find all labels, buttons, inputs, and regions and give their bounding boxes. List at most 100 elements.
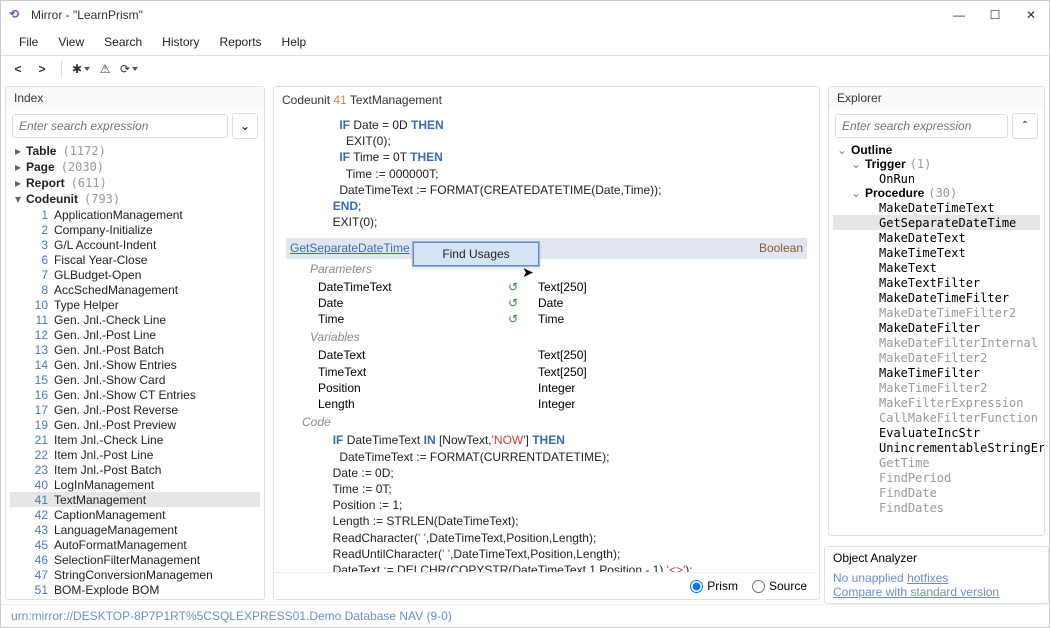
settings-button[interactable]: ✱	[72, 60, 90, 78]
tree-item[interactable]: 45AutoFormatManagement	[10, 537, 260, 552]
tree-item[interactable]: 19Gen. Jnl.-Post Preview	[10, 417, 260, 432]
menubar: File View Search History Reports Help	[1, 29, 1049, 56]
procedure-header[interactable]: GetSeparateDateTime Boolean	[286, 238, 807, 258]
outline-item[interactable]: CallMakeFilterFunction	[833, 410, 1040, 425]
tree-item[interactable]: 46SelectionFilterManagement	[10, 552, 260, 567]
titlebar: ⟲ Mirror - "LearnPrism" — ☐ ✕	[1, 1, 1049, 29]
tree-item[interactable]: 47StringConversionManagemen	[10, 567, 260, 582]
tree-item[interactable]: 43LanguageManagement	[10, 522, 260, 537]
app-icon: ⟲	[9, 7, 25, 23]
warning-icon[interactable]: ⚠	[96, 60, 114, 78]
index-search-input[interactable]	[12, 114, 228, 138]
toolbar-divider	[61, 60, 62, 78]
maximize-button[interactable]: ☐	[985, 8, 1005, 22]
code-label: Code	[286, 412, 807, 432]
nav-forward-button[interactable]: >	[33, 60, 51, 78]
outline-item[interactable]: MakeDateText	[833, 230, 1040, 245]
tree-item[interactable]: 41TextManagement	[10, 492, 260, 507]
outline-tree[interactable]: ⌄Outline ⌄Trigger(1) OnRun ⌄Procedure(30…	[829, 143, 1044, 515]
analyzer-header: Object Analyzer	[833, 551, 1040, 565]
tree-item[interactable]: 8AccSchedManagement	[10, 282, 260, 297]
tree-item[interactable]: 11Gen. Jnl.-Check Line	[10, 312, 260, 327]
outline-item[interactable]: FindPeriod	[833, 470, 1040, 485]
index-panel: Index ⌄ ▸Table(1172) ▸Page(2030) ▸Report…	[5, 86, 265, 600]
tree-group-table[interactable]: ▸Table(1172)	[10, 143, 260, 159]
outline-item[interactable]: FindDates	[833, 500, 1040, 515]
tree-item[interactable]: 12Gen. Jnl.-Post Line	[10, 327, 260, 342]
explorer-search-dropdown[interactable]: ˆ	[1012, 113, 1038, 139]
hotfixes-link[interactable]: hotfixes	[907, 571, 948, 585]
tree-item[interactable]: 23Item Jnl.-Post Batch	[10, 462, 260, 477]
tree-item[interactable]: 22Item Jnl.-Post Line	[10, 447, 260, 462]
tree-group-page[interactable]: ▸Page(2030)	[10, 159, 260, 175]
menu-reports[interactable]: Reports	[210, 31, 272, 53]
source-radio[interactable]: Source	[752, 579, 807, 593]
explorer-header: Explorer	[829, 87, 1044, 109]
tree-item[interactable]: 10Type Helper	[10, 297, 260, 312]
outline-item[interactable]: MakeFilterExpression	[833, 395, 1040, 410]
close-button[interactable]: ✕	[1021, 8, 1041, 22]
tree-item[interactable]: 17Gen. Jnl.-Post Reverse	[10, 402, 260, 417]
tree-item[interactable]: 13Gen. Jnl.-Post Batch	[10, 342, 260, 357]
compare-link[interactable]: Compare with standard version	[833, 585, 1040, 599]
var-row: TimeTextText[250]	[286, 364, 807, 380]
outline-item[interactable]: MakeDateFilter	[833, 320, 1040, 335]
param-row: Time↺Time	[286, 311, 807, 327]
outline-trigger[interactable]: ⌄Trigger(1)	[833, 157, 1040, 171]
prism-radio[interactable]: Prism	[690, 579, 738, 593]
tree-item[interactable]: 56Sales - Calc Discount By	[10, 597, 260, 599]
menu-view[interactable]: View	[48, 31, 94, 53]
outline-item[interactable]: MakeDateFilter2	[833, 350, 1040, 365]
param-row: Date↺Date	[286, 295, 807, 311]
tree-item[interactable]: 1ApplicationManagement	[10, 207, 260, 222]
tree-item[interactable]: 14Gen. Jnl.-Show Entries	[10, 357, 260, 372]
index-header: Index	[6, 87, 264, 109]
tree-item[interactable]: 6Fiscal Year-Close	[10, 252, 260, 267]
tree-item[interactable]: 16Gen. Jnl.-Show CT Entries	[10, 387, 260, 402]
tree-item[interactable]: 3G/L Account-Indent	[10, 237, 260, 252]
tree-item[interactable]: 42CaptionManagement	[10, 507, 260, 522]
tree-group-report[interactable]: ▸Report(611)	[10, 175, 260, 191]
outline-root[interactable]: ⌄Outline	[833, 143, 1040, 157]
outline-item[interactable]: MakeDateFilterInternal	[833, 335, 1040, 350]
menu-file[interactable]: File	[9, 31, 48, 53]
outline-item[interactable]: MakeTextFilter	[833, 275, 1040, 290]
code-breadcrumb: Codeunit 41 TextManagement	[274, 87, 819, 113]
index-search-dropdown[interactable]: ⌄	[232, 113, 258, 139]
outline-item[interactable]: MakeTimeText	[833, 245, 1040, 260]
outline-item[interactable]: GetTime	[833, 455, 1040, 470]
outline-item[interactable]: MakeDateTimeFilter	[833, 290, 1040, 305]
tree-item[interactable]: 51BOM-Explode BOM	[10, 582, 260, 597]
outline-item[interactable]: OnRun	[833, 171, 1040, 186]
nav-back-button[interactable]: <	[9, 60, 27, 78]
refresh-button[interactable]: ⟳	[120, 60, 138, 78]
tree-item[interactable]: 40LogInManagement	[10, 477, 260, 492]
outline-item[interactable]: UnincrementableStringError	[833, 440, 1040, 455]
menu-help[interactable]: Help	[272, 31, 317, 53]
var-row: LengthInteger	[286, 396, 807, 412]
outline-item[interactable]: MakeTimeFilter	[833, 365, 1040, 380]
view-mode-toggle: Prism Source	[274, 572, 819, 599]
outline-item[interactable]: MakeDateTimeText	[833, 200, 1040, 215]
index-tree[interactable]: ▸Table(1172) ▸Page(2030) ▸Report(611) ▾C…	[6, 143, 264, 599]
tree-group-codeunit[interactable]: ▾Codeunit(793)	[10, 191, 260, 207]
tree-item[interactable]: 7GLBudget-Open	[10, 267, 260, 282]
outline-item[interactable]: MakeTimeFilter2	[833, 380, 1040, 395]
outline-item[interactable]: MakeDateTimeFilter2	[833, 305, 1040, 320]
outline-item[interactable]: FindDate	[833, 485, 1040, 500]
outline-item[interactable]: GetSeparateDateTime	[833, 215, 1040, 230]
minimize-button[interactable]: —	[949, 8, 969, 22]
tree-item[interactable]: 2Company-Initialize	[10, 222, 260, 237]
menu-search[interactable]: Search	[94, 31, 152, 53]
outline-item[interactable]: MakeText	[833, 260, 1040, 275]
tree-item[interactable]: 15Gen. Jnl.-Show Card	[10, 372, 260, 387]
outline-item[interactable]: EvaluateIncStr	[833, 425, 1040, 440]
object-analyzer-panel: Object Analyzer No unapplied hotfixes Co…	[824, 546, 1049, 604]
toolbar: < > ✱ ⚠ ⟳	[1, 56, 1049, 82]
outline-procedure[interactable]: ⌄Procedure(30)	[833, 186, 1040, 200]
tree-item[interactable]: 21Item Jnl.-Check Line	[10, 432, 260, 447]
menu-history[interactable]: History	[152, 31, 209, 53]
code-body[interactable]: IF Date = 0D THEN EXIT(0); IF Time = 0T …	[274, 113, 819, 572]
explorer-search-input[interactable]	[835, 114, 1008, 138]
find-usages-button[interactable]: Find Usages	[413, 242, 539, 266]
